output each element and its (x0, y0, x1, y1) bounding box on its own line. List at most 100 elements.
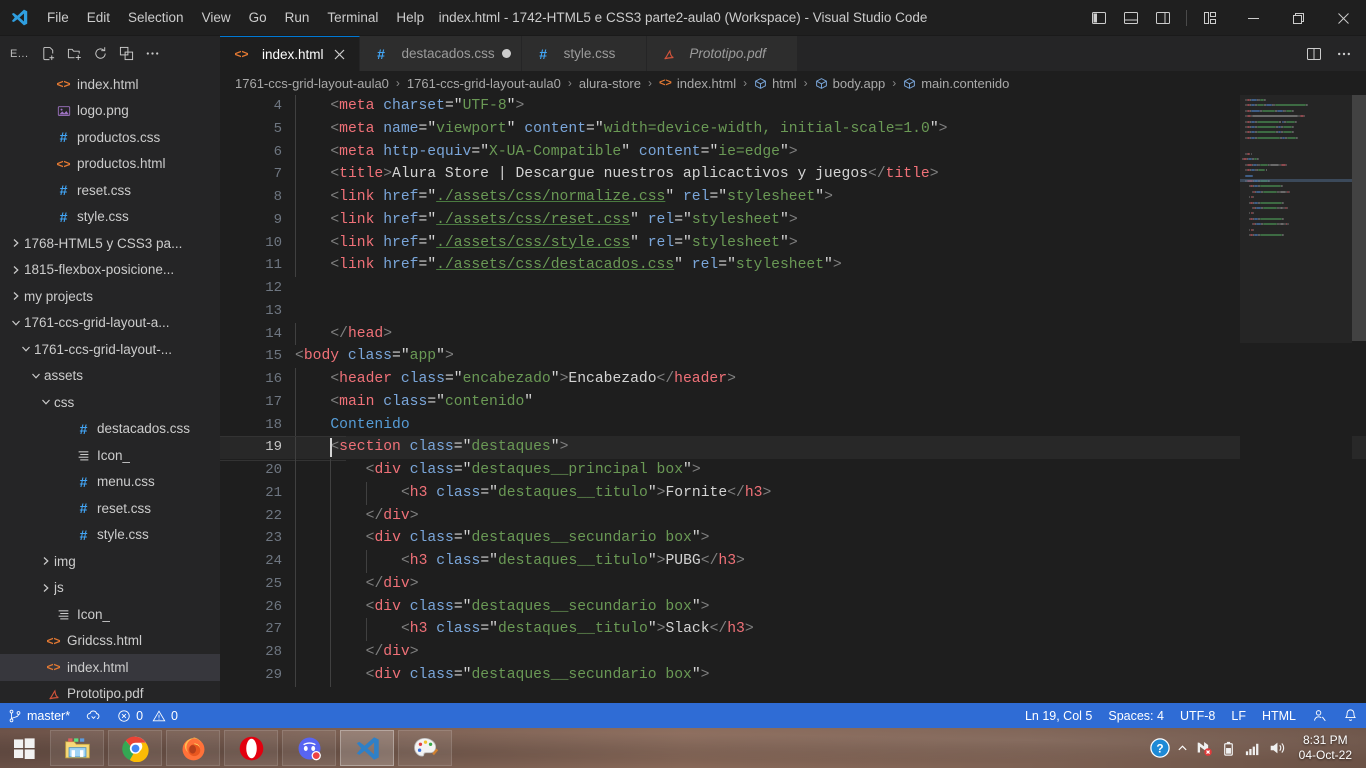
editor-tab[interactable]: # style.css (521, 36, 648, 71)
help-icon[interactable]: ? (1149, 738, 1170, 758)
editor-tab[interactable]: # destacados.css (359, 36, 522, 71)
speaker-icon[interactable] (1268, 739, 1286, 757)
taskbar-clock[interactable]: 8:31 PM 04-Oct-22 (1293, 733, 1358, 763)
code-line[interactable]: 9 <link href="./assets/css/reset.css" rel… (220, 208, 1366, 232)
taskbar-file-explorer[interactable] (50, 730, 104, 766)
code-line[interactable]: 11 <link href="./assets/css/destacados.cs… (220, 254, 1366, 277)
file-tree-item[interactable]: # reset.css (0, 177, 220, 204)
code-line[interactable]: 7 <title>Alura Store | Descargue nuestros… (220, 163, 1366, 186)
menu-terminal[interactable]: Terminal (318, 0, 387, 36)
taskbar-paint[interactable] (398, 730, 452, 766)
battery-icon[interactable] (1220, 740, 1237, 757)
maximize-button[interactable] (1276, 0, 1321, 36)
bell-icon[interactable] (1335, 703, 1366, 728)
scrollbar-thumb[interactable] (1352, 95, 1366, 341)
file-tree-item[interactable]: # style.css (0, 204, 220, 231)
menu-help[interactable]: Help (387, 0, 433, 36)
status-eol[interactable]: LF (1223, 703, 1254, 728)
file-tree-item[interactable]: assets (0, 363, 220, 390)
code-line[interactable]: 28 </div> (220, 641, 1366, 664)
file-tree-item[interactable]: <> productos.html (0, 151, 220, 178)
taskbar-discord[interactable] (282, 730, 336, 766)
more-actions-icon[interactable] (1330, 39, 1358, 69)
file-tree-item[interactable]: 1761-ccs-grid-layout-a... (0, 310, 220, 337)
breadcrumb-item[interactable]: <> index.html (658, 76, 737, 91)
code-line[interactable]: 25 </div> (220, 572, 1366, 596)
code-line[interactable]: 4 <meta charset="UTF-8"> (220, 95, 1366, 118)
new-file-icon[interactable] (37, 43, 61, 65)
split-editor-icon[interactable] (1300, 39, 1328, 69)
code-line[interactable]: 22 </div> (220, 504, 1366, 528)
file-tree-item[interactable]: my projects (0, 283, 220, 310)
customize-layout-icon[interactable] (1195, 0, 1225, 36)
close-button[interactable] (1321, 0, 1366, 36)
taskbar-opera[interactable] (224, 730, 278, 766)
file-tree-item[interactable]: # menu.css (0, 469, 220, 496)
editor-vertical-scrollbar[interactable] (1352, 95, 1366, 703)
code-line[interactable]: 19 <section class="destaques"> (220, 436, 1366, 461)
minimize-button[interactable] (1231, 0, 1276, 36)
taskbar-visual-studio-code[interactable] (340, 730, 394, 766)
code-line[interactable]: 20 <div class="destaques__principal box"> (220, 459, 1366, 482)
taskbar-firefox[interactable] (166, 730, 220, 766)
network-disconnected-icon[interactable] (1195, 739, 1213, 757)
breadcrumb-item[interactable]: main.contenido (902, 76, 1010, 91)
status-sync[interactable] (78, 703, 109, 728)
file-tree-item[interactable]: Icon_ (0, 442, 220, 469)
volume-bars-icon[interactable] (1244, 740, 1261, 757)
file-tree-item[interactable]: <> Gridcss.html (0, 628, 220, 655)
file-tree-item[interactable]: Prototipo.pdf (0, 681, 220, 704)
file-tree-item[interactable]: # destacados.css (0, 416, 220, 443)
taskbar-google-chrome[interactable] (108, 730, 162, 766)
start-button[interactable] (0, 728, 48, 768)
file-tree-item[interactable]: <> index.html (0, 71, 220, 98)
file-tree-item[interactable]: <> index.html (0, 654, 220, 681)
close-tab-icon[interactable] (331, 45, 349, 63)
file-tree-item[interactable]: # reset.css (0, 495, 220, 522)
collapse-all-icon[interactable] (115, 43, 139, 65)
file-tree-item[interactable]: # productos.css (0, 124, 220, 151)
code-line[interactable]: 17 <main class="contenido" (220, 390, 1366, 414)
file-tree-item[interactable]: Icon_ (0, 601, 220, 628)
toggle-primary-sidebar-icon[interactable] (1084, 0, 1114, 36)
code-line[interactable]: 27 <h3 class="destaques__titulo">Slack</h… (220, 618, 1366, 641)
breadcrumb-item[interactable]: 1761-ccs-grid-layout-aula0 (234, 76, 390, 91)
file-tree-item[interactable]: img (0, 548, 220, 575)
file-tree-item[interactable]: # style.css (0, 522, 220, 549)
code-line[interactable]: 12 (220, 277, 1366, 300)
toggle-secondary-sidebar-icon[interactable] (1148, 0, 1178, 36)
editor-tab[interactable]: <> index.html (220, 36, 360, 71)
code-line[interactable]: 14 </head> (220, 322, 1366, 346)
code-line[interactable]: 18 Contenido (220, 413, 1366, 437)
editor-tab[interactable]: Prototipo.pdf (647, 36, 798, 71)
refresh-icon[interactable] (89, 43, 113, 65)
code-line[interactable]: 15 <body class="app"> (220, 345, 1366, 368)
more-actions-icon[interactable] (141, 43, 165, 65)
code-line[interactable]: 8 <link href="./assets/css/normalize.css"… (220, 186, 1366, 209)
file-tree-item[interactable]: logo.png (0, 98, 220, 125)
breadcrumb-item[interactable]: body.app (814, 76, 887, 91)
file-tree-item[interactable]: js (0, 575, 220, 602)
breadcrumb-item[interactable]: html (753, 76, 798, 91)
new-folder-icon[interactable] (63, 43, 87, 65)
menu-selection[interactable]: Selection (119, 0, 193, 36)
status-language-mode[interactable]: HTML (1254, 703, 1304, 728)
code-line[interactable]: 16 <header class="encabezado">Encabezado<… (220, 368, 1366, 391)
code-editor[interactable]: 4 <meta charset="UTF-8"> 5 <meta name="view… (220, 95, 1366, 703)
code-line[interactable]: 21 <h3 class="destaques__titulo">Fornite<… (220, 481, 1366, 505)
account-icon[interactable] (1304, 703, 1335, 728)
status-problems[interactable]: 0 0 (109, 703, 186, 728)
status-indentation[interactable]: Spaces: 4 (1100, 703, 1172, 728)
breadcrumb-item[interactable]: 1761-ccs-grid-layout-aula0 (406, 76, 562, 91)
show-hidden-icons-icon[interactable] (1177, 743, 1188, 754)
code-line[interactable]: 29 <div class="destaques__secundario box"… (220, 663, 1366, 687)
code-line[interactable]: 13 (220, 300, 1366, 323)
menu-go[interactable]: Go (240, 0, 276, 36)
menu-run[interactable]: Run (276, 0, 319, 36)
code-line[interactable]: 10 <link href="./assets/css/style.css" re… (220, 231, 1366, 255)
file-tree-item[interactable]: css (0, 389, 220, 416)
status-branch[interactable]: master* (0, 703, 78, 728)
status-encoding[interactable]: UTF-8 (1172, 703, 1223, 728)
code-line[interactable]: 6 <meta http-equiv="X-UA-Compatible" cont… (220, 140, 1366, 164)
breadcrumb-item[interactable]: alura-store (578, 76, 642, 91)
